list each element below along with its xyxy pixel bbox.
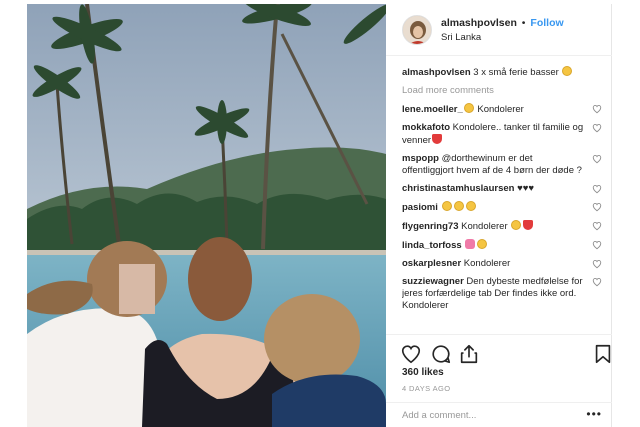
- comment-username[interactable]: lene.moeller_: [402, 104, 463, 115]
- add-comment-input[interactable]: [402, 410, 572, 421]
- small-heart-icon[interactable]: [592, 154, 602, 164]
- small-heart-icon[interactable]: [592, 104, 602, 114]
- comment-text: [438, 202, 441, 213]
- avatar[interactable]: [402, 15, 432, 45]
- follow-button[interactable]: Follow: [530, 17, 563, 29]
- comment-username[interactable]: suzziewagner: [402, 276, 464, 287]
- small-heart-icon[interactable]: [592, 277, 602, 287]
- share-arrow-icon[interactable]: [458, 343, 480, 365]
- caption-emoji-icon: [562, 66, 573, 76]
- beach-photo-illustration: [27, 4, 386, 427]
- like-count[interactable]: 360 likes: [402, 367, 444, 378]
- comment-username[interactable]: flygenring73: [402, 221, 459, 232]
- broken-heart-emoji-icon: [432, 134, 443, 144]
- post-header: almashpovlsen • Follow Sri Lanka: [386, 4, 612, 56]
- sad-face-emoji-icon: [477, 239, 488, 249]
- post-caption: almashpovlsen 3 x små ferie basser: [402, 66, 602, 79]
- small-heart-icon[interactable]: [592, 240, 602, 250]
- comment-row: mspopp @dorthewinum er det offentliggjor…: [402, 153, 602, 177]
- comment-row: lene.moeller_ Kondolerer: [402, 103, 602, 116]
- caption-username[interactable]: almashpovlsen: [402, 67, 471, 78]
- comment-username[interactable]: pasiomi: [402, 202, 438, 213]
- comment-bubble-icon[interactable]: [430, 343, 452, 365]
- bookmark-icon[interactable]: [592, 343, 614, 365]
- post-photo[interactable]: [27, 4, 386, 427]
- comments-list[interactable]: almashpovlsen 3 x små ferie basser Load …: [402, 66, 602, 332]
- comment-row: christinastamhuslaursen ♥♥♥: [402, 183, 602, 195]
- small-heart-icon[interactable]: [592, 202, 602, 212]
- post-author-line: almashpovlsen • Follow: [441, 17, 564, 29]
- comment-row: oskarplesner Kondolerer: [402, 258, 602, 270]
- post-timestamp[interactable]: 4 DAYS AGO: [402, 384, 450, 393]
- comment-username[interactable]: mokkafoto: [402, 122, 450, 133]
- comment-username[interactable]: linda_torfoss: [402, 240, 462, 251]
- instagram-post-page: almashpovlsen • Follow Sri Lanka almashp…: [0, 0, 640, 427]
- comment-text: Kondolerer: [474, 104, 524, 115]
- comment-row: pasiomi: [402, 201, 602, 214]
- small-heart-icon[interactable]: [592, 184, 602, 194]
- more-options-icon[interactable]: •••: [586, 407, 602, 421]
- comment-username[interactable]: mspopp: [402, 153, 439, 164]
- comment-row: flygenring73 Kondolerer: [402, 220, 602, 233]
- comment-username[interactable]: christinastamhuslaursen: [402, 183, 514, 194]
- pink-emoji-icon: [465, 239, 476, 249]
- comment-row: linda_torfoss: [402, 239, 602, 252]
- caption-text: 3 x små ferie basser: [470, 67, 559, 78]
- comment-row: mokkafoto Kondolere.. tanker til familie…: [402, 122, 602, 147]
- comment-text: Kondolerer: [461, 258, 511, 269]
- small-heart-icon[interactable]: [592, 259, 602, 269]
- heart-icon[interactable]: [400, 343, 422, 365]
- sad-face-emoji-icon: [465, 201, 476, 211]
- small-heart-icon[interactable]: [592, 221, 602, 231]
- comment-row: suzziewagner Den dybeste medfølelse for …: [402, 276, 602, 312]
- small-heart-icon[interactable]: [592, 123, 602, 133]
- sad-face-emoji-icon: [441, 201, 452, 211]
- load-more-comments-link[interactable]: Load more comments: [402, 85, 602, 96]
- post-location[interactable]: Sri Lanka: [441, 32, 481, 43]
- comment-username[interactable]: oskarplesner: [402, 258, 461, 269]
- separator-dot: •: [521, 17, 526, 29]
- comment-text: ♥♥♥: [514, 183, 535, 194]
- broken-heart-emoji-icon: [523, 220, 534, 230]
- add-comment-bar: •••: [386, 402, 612, 427]
- post-author-username[interactable]: almashpovlsen: [441, 17, 517, 29]
- comment-text: [462, 240, 465, 251]
- comment-rows: lene.moeller_ Kondolerer mokkafoto Kondol…: [402, 103, 602, 312]
- post-side-panel: almashpovlsen • Follow Sri Lanka almashp…: [386, 4, 612, 427]
- comment-text: Kondolerer: [458, 221, 511, 232]
- sad-face-emoji-icon: [463, 103, 474, 113]
- avatar-image: [403, 16, 431, 44]
- sad-face-emoji-icon: [511, 220, 522, 230]
- sad-face-emoji-icon: [453, 201, 464, 211]
